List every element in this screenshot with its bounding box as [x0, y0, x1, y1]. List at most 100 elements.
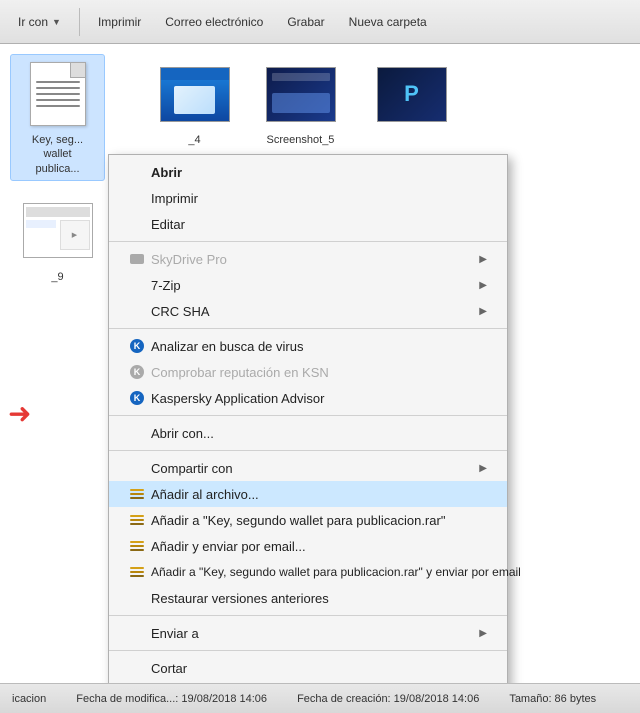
file-key[interactable]: Key, seg...walletpublica...	[10, 54, 105, 181]
ctx-7zip-arrow: ▶	[479, 280, 487, 291]
nueva-carpeta-label: Nueva carpeta	[349, 15, 427, 29]
ctx-7zip[interactable]: 7-Zip ▶	[109, 272, 507, 298]
status-bar: icacion Fecha de modifica...: 19/08/2018…	[0, 683, 640, 713]
ctx-send-to-icon	[129, 625, 145, 641]
ctx-restore-icon	[129, 590, 145, 606]
ctx-skydrive-label: SkyDrive Pro	[151, 252, 227, 267]
ctx-add-rar-label: Añadir a "Key, segundo wallet para publi…	[151, 513, 445, 528]
ctx-send-to-label: Enviar a	[151, 626, 199, 641]
ctx-reputation-icon: K	[129, 364, 145, 380]
ctx-print-icon	[129, 190, 145, 206]
status-mod-label: Fecha de modifica...: 19/08/2018 14:06	[76, 693, 267, 705]
ctx-share[interactable]: Compartir con ▶	[109, 455, 507, 481]
ctx-share-arrow: ▶	[479, 463, 487, 474]
ctx-share-icon	[129, 460, 145, 476]
ctx-cut[interactable]: Cortar	[109, 655, 507, 681]
file-screenshot-9-icon: ▶	[23, 196, 93, 266]
ctx-7zip-icon	[129, 277, 145, 293]
ctx-crcsha-icon	[129, 303, 145, 319]
ctx-open-icon	[129, 164, 145, 180]
ctx-skydrive[interactable]: SkyDrive Pro ▶	[109, 246, 507, 272]
ctx-open-with-icon	[129, 425, 145, 441]
file-key-label: Key, seg...walletpublica...	[32, 133, 83, 176]
ctx-sep-6	[109, 650, 507, 651]
file-screenshot-9-label: _9	[51, 270, 63, 284]
grabar-button[interactable]: Grabar	[277, 11, 334, 33]
context-menu: Abrir Imprimir Editar SkyDrive Pro ▶ 7-Z…	[108, 154, 508, 683]
file-screenshot-4[interactable]: _4	[147, 54, 242, 152]
ctx-open-with-label: Abrir con...	[151, 426, 214, 441]
ir-con-arrow: ▼	[52, 17, 61, 27]
nueva-carpeta-button[interactable]: Nueva carpeta	[339, 11, 437, 33]
ir-con-button[interactable]: Ir con ▼	[8, 11, 71, 33]
status-created-label: Fecha de creación: 19/08/2018 14:06	[297, 693, 479, 705]
ctx-add-rar[interactable]: Añadir a "Key, segundo wallet para publi…	[109, 507, 507, 533]
ctx-add-rar-icon	[129, 512, 145, 528]
ctx-open-with[interactable]: Abrir con...	[109, 420, 507, 446]
file-screenshot-6[interactable]: P	[359, 54, 464, 138]
status-size-label: Tamaño: 86 bytes	[509, 693, 596, 705]
file-screenshot-5-icon	[266, 59, 336, 129]
ctx-add-archive-icon	[129, 486, 145, 502]
ctx-add-rar-email[interactable]: Añadir a "Key, segundo wallet para publi…	[109, 559, 507, 585]
ctx-edit[interactable]: Editar	[109, 211, 507, 237]
ctx-crcsha[interactable]: CRC SHA ▶	[109, 298, 507, 324]
grabar-label: Grabar	[287, 15, 324, 29]
ctx-add-rar-email-label: Añadir a "Key, segundo wallet para publi…	[151, 565, 521, 579]
ctx-crcsha-arrow: ▶	[479, 306, 487, 317]
ctx-edit-label: Editar	[151, 217, 185, 232]
ctx-cut-icon	[129, 660, 145, 676]
red-arrow: ➜	[8, 400, 31, 428]
explorer-area: Key, seg...walletpublica... _4	[0, 44, 640, 683]
ctx-cut-label: Cortar	[151, 661, 187, 676]
imprimir-label: Imprimir	[98, 15, 141, 29]
ctx-print[interactable]: Imprimir	[109, 185, 507, 211]
ctx-open-label: Abrir	[151, 165, 182, 180]
ctx-sep-4	[109, 450, 507, 451]
ctx-advisor-label: Kaspersky Application Advisor	[151, 391, 324, 406]
ctx-7zip-label: 7-Zip	[151, 278, 181, 293]
ctx-add-email[interactable]: Añadir y enviar por email...	[109, 533, 507, 559]
ctx-antivirus-icon: K	[129, 338, 145, 354]
ctx-share-label: Compartir con	[151, 461, 233, 476]
ctx-add-email-icon	[129, 538, 145, 554]
ctx-skydrive-icon	[129, 251, 145, 267]
ctx-send-to-arrow: ▶	[479, 628, 487, 639]
file-screenshot-5[interactable]: Screenshot_5	[248, 54, 353, 152]
toolbar-separator-1	[79, 8, 80, 36]
toolbar: Ir con ▼ Imprimir Correo electrónico Gra…	[0, 0, 640, 44]
file-screenshot-4-label: _4	[188, 133, 200, 147]
ctx-send-to[interactable]: Enviar a ▶	[109, 620, 507, 646]
file-screenshot-9[interactable]: ▶ _9	[10, 191, 105, 289]
file-screenshot-6-icon: P	[377, 59, 447, 129]
ctx-add-email-label: Añadir y enviar por email...	[151, 539, 306, 554]
ctx-copy[interactable]: Copiar	[109, 681, 507, 683]
ctx-print-label: Imprimir	[151, 191, 198, 206]
correo-button[interactable]: Correo electrónico	[155, 11, 273, 33]
ctx-antivirus-label: Analizar en busca de virus	[151, 339, 303, 354]
ctx-advisor[interactable]: K Kaspersky Application Advisor	[109, 385, 507, 411]
file-screenshot-4-icon	[160, 59, 230, 129]
ctx-restore[interactable]: Restaurar versiones anteriores	[109, 585, 507, 611]
ctx-antivirus[interactable]: K Analizar en busca de virus	[109, 333, 507, 359]
ctx-restore-label: Restaurar versiones anteriores	[151, 591, 329, 606]
correo-label: Correo electrónico	[165, 15, 263, 29]
status-file-label: icacion	[12, 693, 46, 705]
file-screenshot-5-label: Screenshot_5	[267, 133, 335, 147]
ctx-add-archive-label: Añadir al archivo...	[151, 487, 259, 502]
ctx-advisor-icon: K	[129, 390, 145, 406]
ctx-sep-1	[109, 241, 507, 242]
ctx-add-archive[interactable]: Añadir al archivo...	[109, 481, 507, 507]
imprimir-button[interactable]: Imprimir	[88, 11, 151, 33]
ctx-reputation[interactable]: K Comprobar reputación en KSN	[109, 359, 507, 385]
ctx-sep-5	[109, 615, 507, 616]
ir-con-label: Ir con	[18, 15, 48, 29]
ctx-add-rar-email-icon	[129, 564, 145, 580]
ctx-skydrive-arrow: ▶	[479, 254, 487, 265]
ctx-open[interactable]: Abrir	[109, 159, 507, 185]
ctx-reputation-label: Comprobar reputación en KSN	[151, 365, 329, 380]
ctx-sep-2	[109, 328, 507, 329]
ctx-sep-3	[109, 415, 507, 416]
ctx-crcsha-label: CRC SHA	[151, 304, 210, 319]
ctx-edit-icon	[129, 216, 145, 232]
